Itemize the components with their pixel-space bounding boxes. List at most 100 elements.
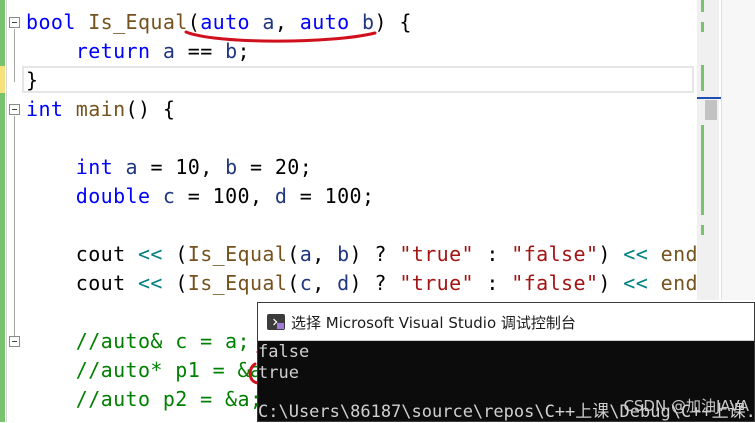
code-token: "false" [511,242,599,266]
code-token: ( [287,242,300,266]
change-tracking-margin [0,0,5,422]
console-titlebar[interactable]: 选择 Microsoft Visual Studio 调试控制台 [258,303,754,341]
code-token: c [162,184,176,208]
code-token: "true" [399,242,474,266]
code-token: << [623,271,649,295]
collapse-icon[interactable] [9,104,20,115]
code-token: , [312,271,338,295]
code-token: , [312,242,338,266]
code-token: return [75,39,151,63]
fold-guide [14,29,15,82]
code-line[interactable]: cout << (Is_Equal(c, d) ? "true" : "fals… [26,269,723,298]
code-line[interactable]: //auto& c = a; [26,327,250,356]
code-line[interactable]: //auto* p1 = &a; [26,356,275,385]
code-token: //auto* p1 = &a; [75,358,275,382]
code-token: c [299,271,313,295]
scroll-change-marker [701,225,704,235]
unsaved-change-marker [0,66,5,93]
code-line[interactable]: } [26,66,38,95]
code-token: a [299,242,313,266]
code-token: ( [187,10,201,34]
code-token: d [274,184,288,208]
code-token: } [26,68,39,92]
code-token: cout [75,271,126,295]
code-token: b [225,155,238,179]
code-token: ) ? [349,271,400,295]
code-line[interactable]: int main() { [26,95,175,124]
code-token: ; [237,39,250,63]
code-token: a [125,155,138,179]
code-token: //auto& c = a; [75,329,250,353]
code-token: auto [299,10,350,34]
code-line[interactable]: int a = 10, b = 20; [26,153,312,182]
collapse-icon[interactable] [9,336,20,347]
code-token: ) [598,242,624,266]
code-token: a [262,10,275,34]
code-token: << [623,242,649,266]
code-token: = 100; [287,184,375,208]
code-token: "false" [511,271,599,295]
side-panel [721,0,755,300]
code-token: ( [162,271,188,295]
code-token: main [75,97,126,121]
scroll-change-marker [701,0,704,12]
scroll-change-marker [701,22,704,32]
code-token: = 10, [138,155,226,179]
code-token: << [137,242,163,266]
code-line[interactable]: double c = 100, d = 100; [26,182,374,211]
code-token: b [337,242,350,266]
code-token: Is_Equal [88,10,188,34]
code-token: ( [162,242,188,266]
code-token: ) [598,271,624,295]
console-title: 选择 Microsoft Visual Studio 调试控制台 [291,314,576,332]
code-token: int [26,97,64,121]
code-token: cout [75,242,126,266]
code-token: a [162,39,176,63]
code-token: = 100, [175,184,275,208]
scroll-change-marker [701,125,704,215]
code-token: () { [125,97,176,121]
code-token: ) { [374,10,412,34]
watermark: CSDN @加油JAVA [623,397,749,415]
fold-guide [14,116,15,336]
collapse-icon[interactable] [9,17,20,28]
scroll-thumb[interactable] [705,100,717,120]
console-output-line: true [258,363,299,383]
console-app-icon [267,314,285,330]
code-token: b [361,10,375,34]
code-token: auto [200,10,250,34]
code-token: "true" [399,271,474,295]
code-token: << [137,271,163,295]
code-token: bool [26,10,76,34]
code-line[interactable]: bool Is_Equal(auto a, auto b) { [26,8,412,37]
code-token: d [337,271,350,295]
code-token: : [473,242,512,266]
code-line[interactable]: //auto p2 = &a; [26,385,262,414]
code-token: //auto p2 = &a; [75,387,263,411]
code-token: Is_Equal [187,242,288,266]
gutter-divider [6,0,7,422]
code-token: ) ? [349,242,400,266]
caret-position-marker [697,97,721,99]
code-line[interactable]: return a == b; [26,37,250,66]
code-line[interactable]: cout << (Is_Equal(a, b) ? "true" : "fals… [26,240,723,269]
code-token: Is_Equal [187,271,288,295]
code-token: double [75,184,151,208]
code-token: int [75,155,114,179]
